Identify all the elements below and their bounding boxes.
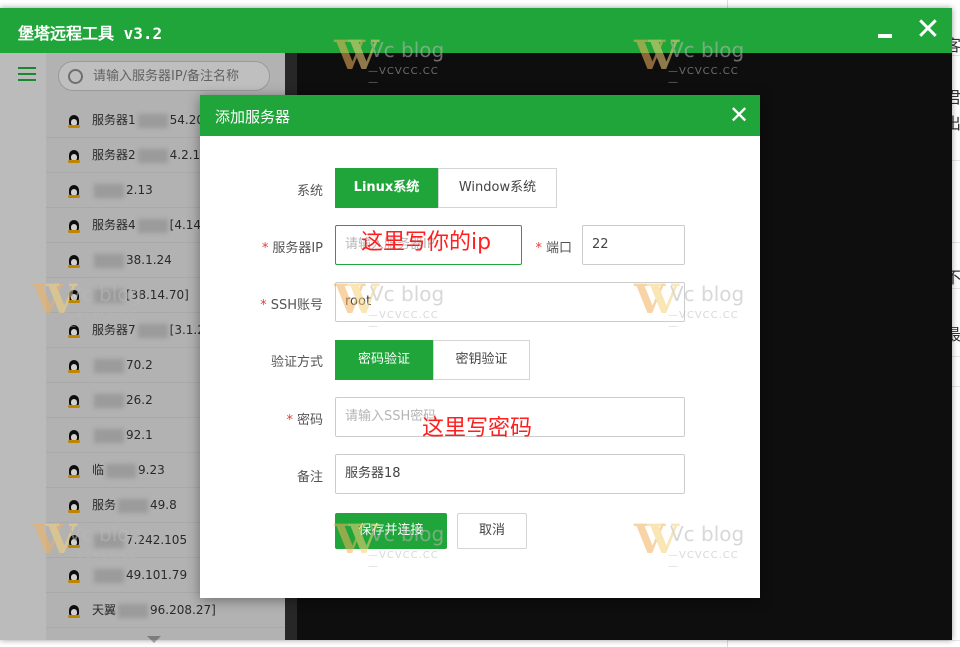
window-close-button[interactable]: ✕ [912, 14, 944, 46]
password-label: * 密码 [286, 413, 323, 428]
note-input[interactable]: 服务器18 [335, 454, 685, 494]
window-title: 堡塔远程工具 v3.2 [18, 24, 163, 43]
ssh-account-label: * SSH账号 [260, 298, 323, 313]
add-server-dialog: 添加服务器 ✕ 系统 Linux系统 Window系统 * 服务器IP 请输入服务… [200, 95, 760, 598]
linux-system-button[interactable]: Linux系统 [335, 168, 438, 208]
key-auth-button[interactable]: 密钥验证 [433, 340, 530, 380]
port-input[interactable]: 22 [582, 225, 685, 265]
dialog-title: 添加服务器 [215, 108, 291, 126]
port-label: * 端口 [535, 241, 572, 256]
ip-annotation: 这里写你的ip [361, 230, 492, 255]
system-label: 系统 [296, 184, 323, 199]
auth-method-label: 验证方式 [270, 355, 323, 370]
ssh-account-input[interactable]: root [335, 282, 685, 322]
server-ip-label: * 服务器IP [261, 241, 323, 256]
minimize-button[interactable] [872, 16, 898, 44]
dialog-close-button[interactable]: ✕ [728, 103, 750, 127]
cancel-button[interactable]: 取消 [457, 513, 527, 549]
note-label: 备注 [296, 470, 323, 485]
title-bar: 堡塔远程工具 v3.2 ✕ [0, 8, 952, 53]
save-connect-button[interactable]: 保存并连接 [335, 513, 447, 549]
dialog-header: 添加服务器 ✕ [200, 95, 760, 136]
password-annotation: 这里写密码 [422, 416, 533, 441]
windows-system-button[interactable]: Window系统 [438, 168, 557, 208]
password-auth-button[interactable]: 密码验证 [335, 340, 433, 380]
divider [728, 640, 960, 641]
